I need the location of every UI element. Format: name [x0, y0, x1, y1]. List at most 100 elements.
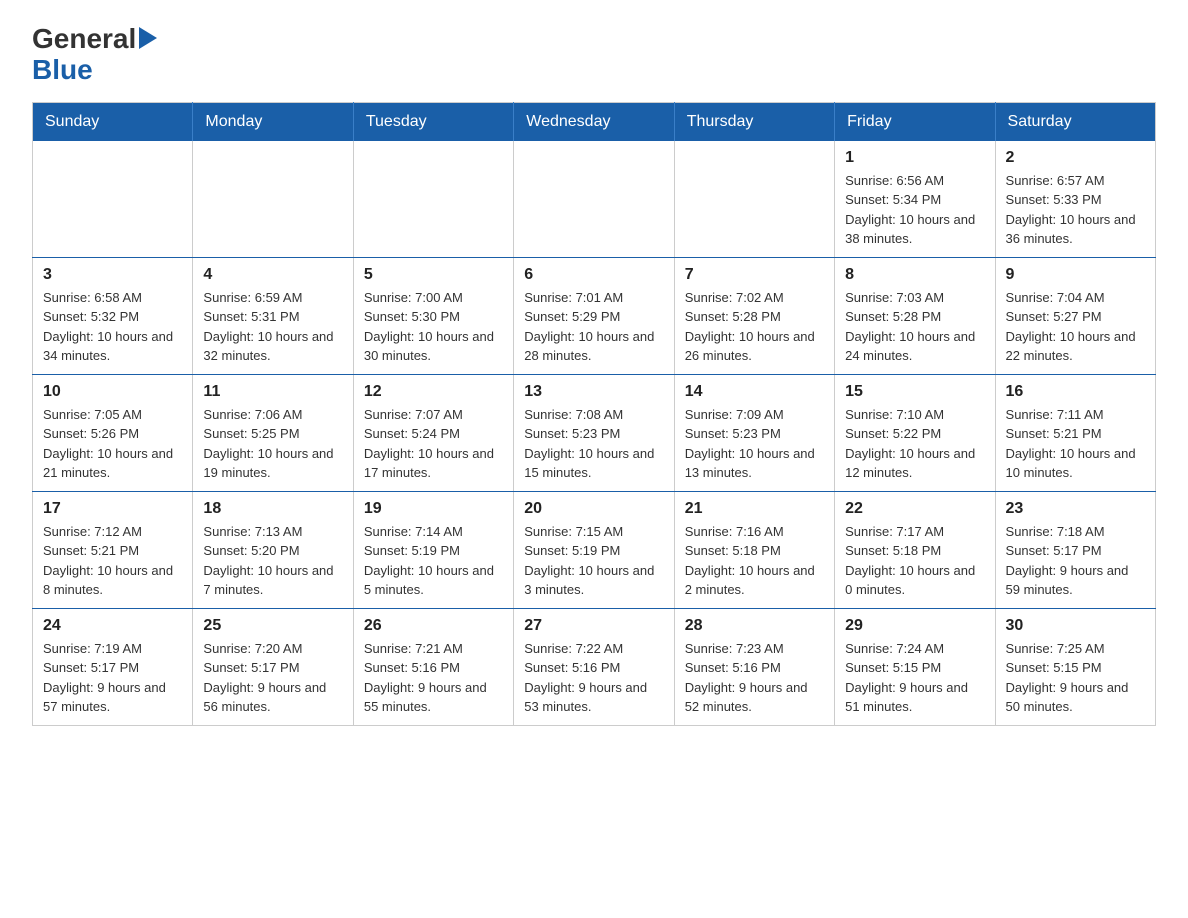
day-number: 9 — [1006, 266, 1145, 284]
calendar-cell: 30 Sunrise: 7:25 AMSunset: 5:15 PMDayligh… — [995, 608, 1155, 725]
day-info: Sunrise: 7:07 AMSunset: 5:24 PMDaylight:… — [364, 405, 503, 483]
calendar-cell: 9 Sunrise: 7:04 AMSunset: 5:27 PMDaylight… — [995, 257, 1155, 374]
logo-flag-icon — [139, 27, 157, 51]
calendar-cell: 11Sunrise: 7:06 AMSunset: 5:25 PMDayligh… — [193, 374, 353, 491]
day-info: Sunrise: 7:10 AMSunset: 5:22 PMDaylight:… — [845, 405, 984, 483]
day-info: Sunrise: 7:11 AMSunset: 5:21 PMDaylight:… — [1006, 405, 1145, 483]
calendar-cell — [514, 141, 674, 258]
week-row-5: 24 Sunrise: 7:19 AMSunset: 5:17 PMDayligh… — [33, 608, 1156, 725]
calendar-cell: 3 Sunrise: 6:58 AMSunset: 5:32 PMDaylight… — [33, 257, 193, 374]
day-number: 14 — [685, 383, 824, 401]
day-number: 27 — [524, 617, 663, 635]
weekday-header-saturday: Saturday — [995, 102, 1155, 141]
day-number: 30 — [1006, 617, 1145, 635]
calendar-cell: 15Sunrise: 7:10 AMSunset: 5:22 PMDayligh… — [835, 374, 995, 491]
day-info: Sunrise: 7:19 AMSunset: 5:17 PMDaylight:… — [43, 639, 182, 717]
calendar-cell: 4Sunrise: 6:59 AMSunset: 5:31 PMDaylight… — [193, 257, 353, 374]
day-info: Sunrise: 7:24 AMSunset: 5:15 PMDaylight:… — [845, 639, 984, 717]
weekday-header-monday: Monday — [193, 102, 353, 141]
day-number: 25 — [203, 617, 342, 635]
day-info: Sunrise: 7:02 AMSunset: 5:28 PMDaylight:… — [685, 288, 824, 366]
day-info: Sunrise: 7:13 AMSunset: 5:20 PMDaylight:… — [203, 522, 342, 600]
day-info: Sunrise: 7:23 AMSunset: 5:16 PMDaylight:… — [685, 639, 824, 717]
calendar-cell: 20 Sunrise: 7:15 AMSunset: 5:19 PMDayligh… — [514, 491, 674, 608]
week-row-4: 17Sunrise: 7:12 AMSunset: 5:21 PMDayligh… — [33, 491, 1156, 608]
day-info: Sunrise: 6:58 AMSunset: 5:32 PMDaylight:… — [43, 288, 182, 366]
weekday-header-tuesday: Tuesday — [353, 102, 513, 141]
day-number: 19 — [364, 500, 503, 518]
day-info: Sunrise: 7:25 AMSunset: 5:15 PMDaylight:… — [1006, 639, 1145, 717]
day-info: Sunrise: 7:12 AMSunset: 5:21 PMDaylight:… — [43, 522, 182, 600]
calendar-cell: 23 Sunrise: 7:18 AMSunset: 5:17 PMDayligh… — [995, 491, 1155, 608]
day-info: Sunrise: 7:03 AMSunset: 5:28 PMDaylight:… — [845, 288, 984, 366]
calendar-cell: 17Sunrise: 7:12 AMSunset: 5:21 PMDayligh… — [33, 491, 193, 608]
day-number: 5 — [364, 266, 503, 284]
day-number: 1 — [845, 149, 984, 167]
day-number: 18 — [203, 500, 342, 518]
calendar-cell: 10 Sunrise: 7:05 AMSunset: 5:26 PMDayligh… — [33, 374, 193, 491]
calendar-cell: 29 Sunrise: 7:24 AMSunset: 5:15 PMDayligh… — [835, 608, 995, 725]
day-number: 10 — [43, 383, 182, 401]
calendar-cell: 24 Sunrise: 7:19 AMSunset: 5:17 PMDayligh… — [33, 608, 193, 725]
day-info: Sunrise: 7:01 AMSunset: 5:29 PMDaylight:… — [524, 288, 663, 366]
day-info: Sunrise: 7:17 AMSunset: 5:18 PMDaylight:… — [845, 522, 984, 600]
calendar-cell — [193, 141, 353, 258]
day-number: 23 — [1006, 500, 1145, 518]
day-info: Sunrise: 6:57 AMSunset: 5:33 PMDaylight:… — [1006, 171, 1145, 249]
calendar-cell: 13 Sunrise: 7:08 AMSunset: 5:23 PMDayligh… — [514, 374, 674, 491]
calendar-cell: 21 Sunrise: 7:16 AMSunset: 5:18 PMDayligh… — [674, 491, 834, 608]
day-info: Sunrise: 7:18 AMSunset: 5:17 PMDaylight:… — [1006, 522, 1145, 600]
day-number: 29 — [845, 617, 984, 635]
weekday-header-sunday: Sunday — [33, 102, 193, 141]
day-info: Sunrise: 7:16 AMSunset: 5:18 PMDaylight:… — [685, 522, 824, 600]
day-info: Sunrise: 7:21 AMSunset: 5:16 PMDaylight:… — [364, 639, 503, 717]
calendar-cell: 14 Sunrise: 7:09 AMSunset: 5:23 PMDayligh… — [674, 374, 834, 491]
week-row-2: 3 Sunrise: 6:58 AMSunset: 5:32 PMDaylight… — [33, 257, 1156, 374]
day-number: 13 — [524, 383, 663, 401]
calendar-cell — [33, 141, 193, 258]
day-info: Sunrise: 7:20 AMSunset: 5:17 PMDaylight:… — [203, 639, 342, 717]
weekday-header-thursday: Thursday — [674, 102, 834, 141]
calendar-cell — [674, 141, 834, 258]
calendar-cell: 26 Sunrise: 7:21 AMSunset: 5:16 PMDayligh… — [353, 608, 513, 725]
day-number: 6 — [524, 266, 663, 284]
day-info: Sunrise: 7:04 AMSunset: 5:27 PMDaylight:… — [1006, 288, 1145, 366]
day-number: 26 — [364, 617, 503, 635]
calendar-cell: 8Sunrise: 7:03 AMSunset: 5:28 PMDaylight… — [835, 257, 995, 374]
calendar-cell: 1Sunrise: 6:56 AMSunset: 5:34 PMDaylight… — [835, 141, 995, 258]
weekday-header-wednesday: Wednesday — [514, 102, 674, 141]
calendar-cell: 12 Sunrise: 7:07 AMSunset: 5:24 PMDayligh… — [353, 374, 513, 491]
calendar-cell: 27 Sunrise: 7:22 AMSunset: 5:16 PMDayligh… — [514, 608, 674, 725]
day-number: 12 — [364, 383, 503, 401]
day-number: 20 — [524, 500, 663, 518]
calendar-cell: 19Sunrise: 7:14 AMSunset: 5:19 PMDayligh… — [353, 491, 513, 608]
header: General Blue — [32, 24, 1156, 86]
day-number: 3 — [43, 266, 182, 284]
day-info: Sunrise: 7:06 AMSunset: 5:25 PMDaylight:… — [203, 405, 342, 483]
day-info: Sunrise: 7:09 AMSunset: 5:23 PMDaylight:… — [685, 405, 824, 483]
day-number: 2 — [1006, 149, 1145, 167]
calendar-cell — [353, 141, 513, 258]
day-number: 4 — [203, 266, 342, 284]
day-number: 22 — [845, 500, 984, 518]
calendar-cell: 6 Sunrise: 7:01 AMSunset: 5:29 PMDaylight… — [514, 257, 674, 374]
weekday-header-row: SundayMondayTuesdayWednesdayThursdayFrid… — [33, 102, 1156, 141]
day-number: 21 — [685, 500, 824, 518]
day-info: Sunrise: 7:22 AMSunset: 5:16 PMDaylight:… — [524, 639, 663, 717]
logo-blue-text: Blue — [32, 54, 93, 85]
calendar-cell: 7Sunrise: 7:02 AMSunset: 5:28 PMDaylight… — [674, 257, 834, 374]
calendar-cell: 18 Sunrise: 7:13 AMSunset: 5:20 PMDayligh… — [193, 491, 353, 608]
day-number: 24 — [43, 617, 182, 635]
logo-general-text: General — [32, 24, 136, 55]
week-row-3: 10 Sunrise: 7:05 AMSunset: 5:26 PMDayligh… — [33, 374, 1156, 491]
day-info: Sunrise: 7:15 AMSunset: 5:19 PMDaylight:… — [524, 522, 663, 600]
day-info: Sunrise: 7:08 AMSunset: 5:23 PMDaylight:… — [524, 405, 663, 483]
calendar-cell: 5 Sunrise: 7:00 AMSunset: 5:30 PMDaylight… — [353, 257, 513, 374]
week-row-1: 1Sunrise: 6:56 AMSunset: 5:34 PMDaylight… — [33, 141, 1156, 258]
weekday-header-friday: Friday — [835, 102, 995, 141]
calendar-table: SundayMondayTuesdayWednesdayThursdayFrid… — [32, 102, 1156, 726]
day-info: Sunrise: 7:05 AMSunset: 5:26 PMDaylight:… — [43, 405, 182, 483]
calendar-cell: 28Sunrise: 7:23 AMSunset: 5:16 PMDayligh… — [674, 608, 834, 725]
calendar-cell: 2 Sunrise: 6:57 AMSunset: 5:33 PMDaylight… — [995, 141, 1155, 258]
day-info: Sunrise: 7:00 AMSunset: 5:30 PMDaylight:… — [364, 288, 503, 366]
